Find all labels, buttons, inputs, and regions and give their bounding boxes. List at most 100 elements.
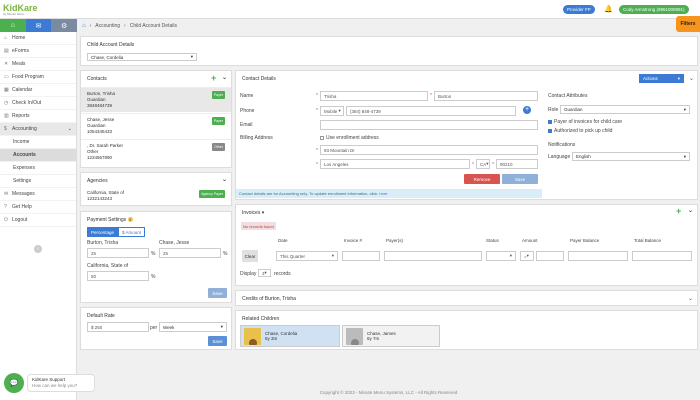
status-filter[interactable]: ▾	[486, 251, 516, 261]
sidebar-item-messages[interactable]: ✉ Messages	[0, 188, 76, 201]
remove-contact-button[interactable]: Remove	[464, 174, 500, 184]
sidebar-item-label: Accounting	[12, 126, 37, 132]
language-select[interactable]: English ▾	[572, 152, 690, 161]
amount-operator-select[interactable]: = ▾	[520, 251, 534, 261]
sidebar-item-reports[interactable]: ▥ Reports	[0, 110, 76, 123]
checkbox[interactable]	[548, 128, 552, 133]
chevron-down-icon[interactable]: ⌄	[222, 74, 227, 82]
agency-item[interactable]: California, State of 1232143243 Agency P…	[81, 187, 231, 205]
sidebar-item-food-program[interactable]: ▭ Food Program	[0, 71, 76, 84]
collapse-sidebar-button[interactable]: ‹	[34, 245, 42, 253]
payer-percent-input[interactable]: 50	[87, 271, 149, 281]
support-widget[interactable]: 💬 KidKare Support How can we help you?	[4, 373, 95, 393]
breadcrumb-accounting[interactable]: Accounting	[95, 23, 120, 29]
user-button[interactable]: Cody Armstrong (9951000991)	[619, 5, 689, 14]
phone-input[interactable]: (384) 848-4739	[346, 106, 516, 116]
role-select[interactable]: Guardian ▾	[560, 105, 690, 114]
use-enrollment-label: Use enrollment address	[326, 135, 379, 141]
amount-toggle[interactable]: $ Amount	[118, 227, 146, 237]
chevron-down-icon[interactable]: ⌄	[689, 75, 694, 82]
column-payer-balance[interactable]: Payer Balance	[570, 238, 599, 243]
column-status[interactable]: Status	[486, 238, 499, 243]
messages-tab-icon[interactable]: ✉	[25, 19, 52, 32]
sidebar-item-logout[interactable]: ⏻ Logout	[0, 214, 76, 227]
email-input[interactable]	[320, 120, 538, 130]
child-avatar	[244, 327, 261, 345]
chevron-down-icon[interactable]: ⌄	[688, 207, 693, 215]
filters-tab[interactable]: Filters	[676, 16, 700, 32]
sidebar-item-calendar[interactable]: ▦ Calendar	[0, 84, 76, 97]
first-name-input[interactable]: Trisha	[320, 91, 428, 101]
display-count-select[interactable]: 3 ▾	[258, 269, 271, 277]
add-phone-icon[interactable]: +	[523, 106, 531, 114]
chevron-down-icon[interactable]: ▾	[262, 210, 265, 216]
chevron-down-icon[interactable]: ⌄	[222, 176, 227, 184]
sidebar-subitem-accounts[interactable]: Accounts	[0, 149, 76, 162]
rate-input[interactable]: $ 250	[87, 322, 149, 332]
phone-type-select[interactable]: Mobile ▾	[320, 106, 344, 116]
pickup-checkbox[interactable]: Authorized to pick up child	[548, 128, 612, 134]
column-amount[interactable]: Amount	[522, 238, 538, 243]
add-contact-icon[interactable]: +	[211, 74, 216, 83]
child-select[interactable]: Chase, Cordelia ▾	[87, 53, 197, 61]
checkbox[interactable]	[320, 135, 324, 140]
state-select[interactable]: CA ▾	[476, 159, 490, 169]
period-select[interactable]: Week ▾	[159, 322, 227, 332]
settings-tab-icon[interactable]: ⚙	[51, 19, 78, 32]
support-text[interactable]: KidKare Support How can we help you?	[27, 374, 95, 392]
child-account-card: Child Account Details Chase, Cordelia ▾	[80, 36, 698, 66]
provider-button[interactable]: Provider FP	[563, 5, 595, 14]
enrollment-link[interactable]: here	[379, 191, 387, 196]
add-invoice-icon[interactable]: +	[676, 207, 681, 216]
clear-filters-button[interactable]: Clear	[242, 250, 258, 262]
column-invoice-number[interactable]: Invoice #	[344, 238, 362, 243]
save-contact-button[interactable]: Save	[502, 174, 538, 184]
column-payers[interactable]: Payer(s)	[386, 238, 403, 243]
amount-filter[interactable]	[536, 251, 564, 261]
contact-item-parker[interactable]: , Dr. Sarah Parker Other 1234567890 Othe…	[81, 139, 231, 164]
contact-item-burton[interactable]: Burton, Trisha Guardian 3848484739 Payer	[81, 87, 231, 112]
sidebar-item-home[interactable]: ⌂ Home	[0, 32, 76, 45]
invoices-header: Invoices ▾	[236, 205, 697, 219]
home-tab-icon[interactable]: ⌂	[0, 19, 26, 32]
address-input[interactable]: 93 Mountain Dr	[320, 145, 538, 155]
sidebar-item-meals[interactable]: ✕ Meals	[0, 58, 76, 71]
sidebar-item-accounting[interactable]: $ Accounting ⌄	[0, 123, 76, 136]
city-input[interactable]: Los Angeles	[320, 159, 470, 169]
agency-payer-badge: Agency Payer	[199, 190, 225, 198]
payer-percent-input[interactable]: 25	[159, 248, 221, 258]
percentage-toggle[interactable]: Percentage	[87, 227, 119, 237]
related-child-james[interactable]: Chase, James 6y 7m	[342, 325, 440, 347]
sidebar-item-eforms[interactable]: ▤ eForms	[0, 45, 76, 58]
use-enrollment-checkbox[interactable]: Use enrollment address	[320, 135, 379, 141]
total-balance-filter[interactable]	[632, 251, 692, 261]
actions-button[interactable]: Actions ▾	[639, 74, 684, 83]
bell-icon[interactable]: 🔔	[604, 5, 613, 13]
column-total-balance[interactable]: Total Balance	[634, 238, 661, 243]
breadcrumb: ⌂ › Accounting › Child Account Details	[82, 21, 177, 31]
checkbox[interactable]	[548, 119, 552, 124]
sidebar-subitem-income[interactable]: Income	[0, 136, 76, 149]
related-child-cordelia[interactable]: Chase, Cordelia 6y 3m	[240, 325, 340, 347]
payer-balance-filter[interactable]	[568, 251, 628, 261]
date-filter-select[interactable]: This Quarter ▾	[276, 251, 338, 261]
payers-filter[interactable]	[384, 251, 482, 261]
chevron-down-icon[interactable]: ⌄	[688, 295, 693, 302]
save-payment-button[interactable]: Save	[208, 288, 227, 298]
home-icon[interactable]: ⌂	[82, 23, 86, 29]
last-name-input[interactable]: Burton	[434, 91, 538, 101]
sidebar-item-check-in-out[interactable]: ◷ Check In/Out	[0, 97, 76, 110]
payer-checkbox[interactable]: Payer of invoices for child care	[548, 119, 622, 125]
sidebar-subitem-settings[interactable]: Settings	[0, 175, 76, 188]
chat-icon[interactable]: 💬	[4, 373, 24, 393]
zip-input[interactable]: 90210	[496, 159, 538, 169]
save-rate-button[interactable]: Save	[208, 336, 227, 346]
app-logo[interactable]: KidKare by Minute Menu	[3, 3, 38, 16]
payer-percent-input[interactable]: 25	[87, 248, 149, 258]
sidebar-item-get-help[interactable]: ? Get Help	[0, 201, 76, 214]
contact-item-chase[interactable]: Chase, Jesse Guardian 1054345433 Payer	[81, 113, 231, 138]
invoice-number-filter[interactable]	[342, 251, 380, 261]
column-date[interactable]: Date	[278, 238, 288, 243]
credits-card[interactable]: Credits of Burton, Trisha ⌄	[235, 290, 698, 306]
sidebar-subitem-expenses[interactable]: Expenses	[0, 162, 76, 175]
